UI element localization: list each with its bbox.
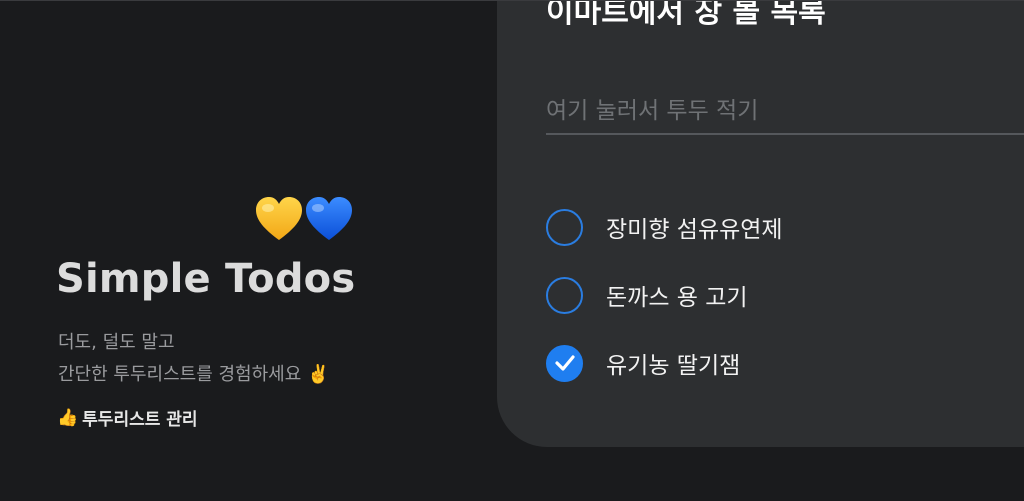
todo-list-title: 이마트에서 장 볼 목록 — [546, 0, 826, 30]
todo-checkbox[interactable] — [546, 276, 583, 314]
feature-todo-management: 👍 투두리스트 관리 — [57, 405, 198, 431]
checkmark-icon — [554, 355, 575, 371]
todo-list: 장미향 섬유유연제 돈까스 용 고기 유기농 딸기잼 — [546, 207, 783, 411]
tagline-line-2: 간단한 투두리스트를 경험하세요 ✌️ — [58, 364, 330, 385]
app-title: Simple Todos — [56, 256, 356, 302]
todo-item[interactable]: 돈까스 용 고기 — [546, 275, 783, 315]
todo-checkbox[interactable] — [546, 208, 583, 246]
todo-item-label: 돈까스 용 고기 — [606, 285, 748, 311]
new-todo-input[interactable] — [546, 89, 1024, 135]
app-window: Simple Todos 더도, 덜도 말고 간단한 투두리스트를 경험하세요 … — [0, 0, 1024, 501]
todo-item-label: 장미향 섬유유연제 — [606, 217, 783, 243]
thumbs-up-icon: 👍 — [57, 407, 79, 428]
todo-item[interactable]: 유기농 딸기잼 — [546, 343, 783, 383]
todo-item-label: 유기농 딸기잼 — [606, 353, 741, 379]
yellow-heart-icon — [254, 196, 304, 242]
todo-checkbox-checked[interactable] — [546, 344, 583, 382]
tagline-line-1: 더도, 덜도 말고 — [58, 332, 175, 353]
blue-heart-icon — [304, 196, 354, 242]
feature-label: 투두리스트 관리 — [82, 410, 198, 430]
todo-item[interactable]: 장미향 섬유유연제 — [546, 207, 783, 247]
hearts-decoration — [254, 196, 354, 242]
